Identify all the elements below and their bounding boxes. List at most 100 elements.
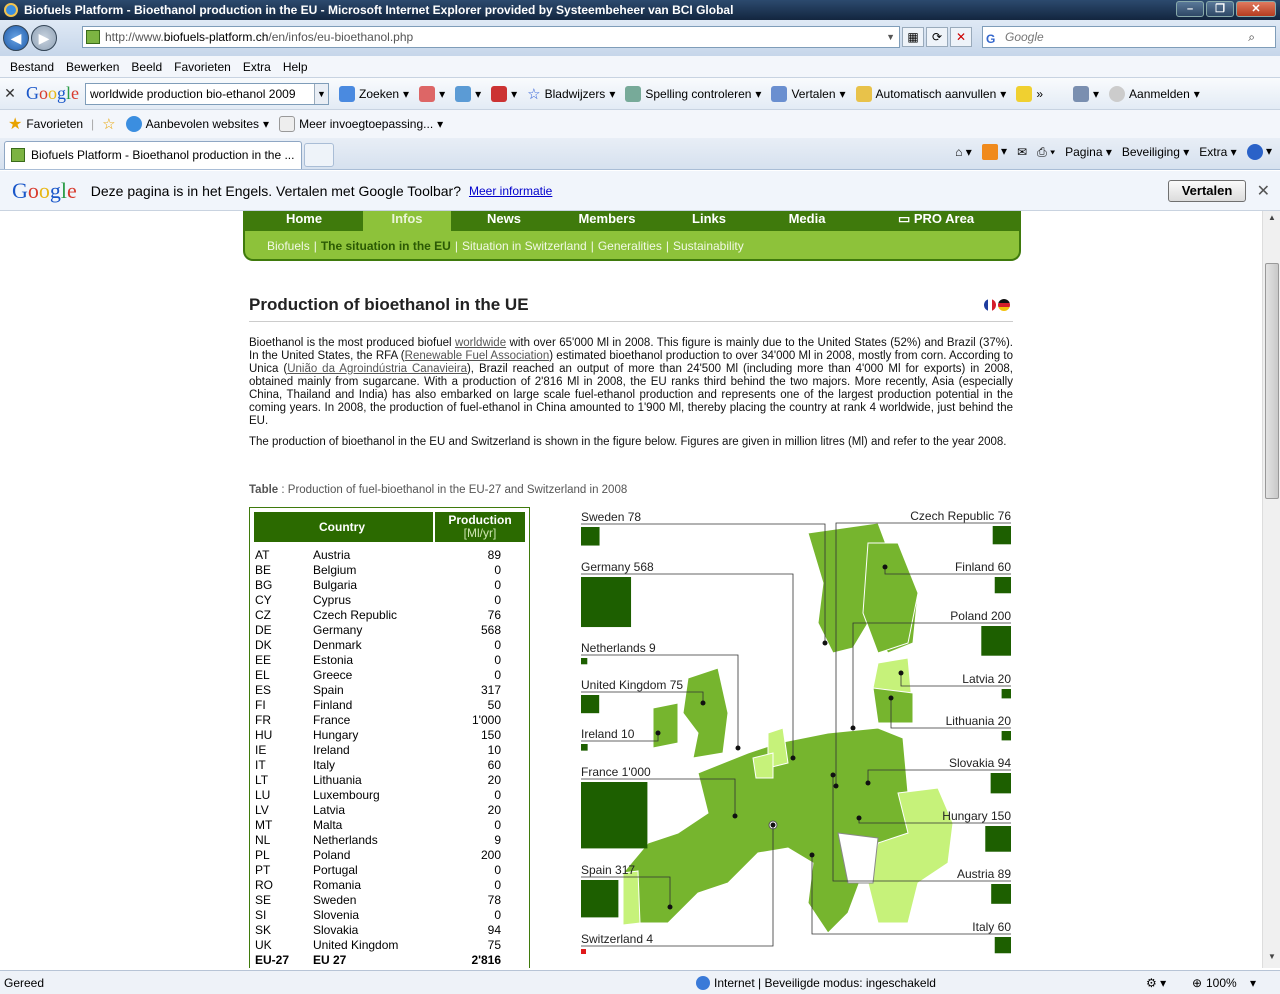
extra-menu[interactable]: Extra ▾ <box>1199 145 1236 159</box>
menu-bestand[interactable]: Bestand <box>4 60 60 74</box>
country-name: EU 27 <box>313 953 347 967</box>
close-translate-icon[interactable]: ✕ <box>1257 181 1270 201</box>
vertical-scrollbar[interactable]: ▲ ▼ <box>1262 211 1280 968</box>
beveiliging-menu[interactable]: Beveiliging ▾ <box>1122 145 1189 159</box>
spelling-button[interactable]: Spelling controleren ▾ <box>625 85 761 102</box>
forward-button[interactable]: ▶ <box>31 25 57 51</box>
sub-navigation: Biofuels | The situation in the EU | Situati… <box>267 239 744 253</box>
new-tab-button[interactable] <box>304 143 334 167</box>
map-label-switzerland: Switzerland 4 <box>581 932 653 946</box>
address-field[interactable]: http://www.biofuels-platform.ch/en/infos… <box>82 26 900 48</box>
refresh-icon[interactable]: ⟳ <box>926 27 948 47</box>
production-marker <box>981 626 1011 656</box>
location-dot <box>700 700 706 706</box>
url-prefix: http://www. <box>105 30 164 44</box>
tab-favicon-icon <box>11 148 25 162</box>
menu-bewerken[interactable]: Bewerken <box>60 60 125 74</box>
menu-help[interactable]: Help <box>277 60 314 74</box>
stop-icon[interactable]: ✕ <box>950 27 972 47</box>
production-marker <box>581 695 600 714</box>
mail-icon[interactable]: ✉ <box>1017 145 1027 159</box>
scroll-up-icon[interactable]: ▲ <box>1265 213 1279 227</box>
close-toolbar-icon[interactable]: ✕ <box>0 85 20 102</box>
google-search-icon: G <box>986 32 996 46</box>
nav-infos[interactable]: Infos <box>363 211 451 231</box>
title-divider <box>249 321 1013 322</box>
fav-invoeg[interactable]: Meer invoegtoepassing... ▾ <box>279 116 443 132</box>
unica-link[interactable]: União da Agroindústria Canavieira <box>287 363 467 375</box>
fav-aanbevolen[interactable]: Aanbevolen websites ▾ <box>125 116 269 132</box>
nav-home[interactable]: Home <box>245 211 363 231</box>
autofill-button[interactable]: Automatisch aanvullen ▾ <box>855 85 1006 102</box>
subnav-situation-eu[interactable]: The situation in the EU <box>321 239 451 253</box>
plus-button[interactable]: ▾ <box>455 85 481 102</box>
close-window-button[interactable]: ✕ <box>1236 1 1276 17</box>
nav-members[interactable]: Members <box>557 211 657 231</box>
bladwijzers-button[interactable]: ☆ Bladwijzers ▾ <box>527 85 615 103</box>
country-code: ES <box>255 683 272 697</box>
highlight-button[interactable]: » <box>1016 85 1043 102</box>
help-icon[interactable]: ▾ <box>1246 144 1272 160</box>
zoeken-button[interactable]: Zoeken ▾ <box>339 85 409 102</box>
vertalen-button[interactable]: Vertalen <box>1168 180 1246 202</box>
add-favorite-icon[interactable]: ☆ <box>102 115 115 133</box>
compat-view-icon[interactable]: ▦ <box>902 27 924 47</box>
minimize-button[interactable]: – <box>1176 1 1204 17</box>
map-label-latvia: Latvia 20 <box>962 672 1011 686</box>
bladwijzers-label: Bladwijzers <box>544 86 606 101</box>
query-dropdown-icon[interactable]: ▼ <box>314 83 329 104</box>
zoom-dropdown-icon[interactable]: ▾ <box>1250 976 1256 990</box>
extra-label: Extra <box>1199 145 1228 159</box>
scroll-thumb[interactable] <box>1265 263 1279 499</box>
country-code: PL <box>255 848 270 862</box>
country-name: Belgium <box>313 563 357 577</box>
menu-favorieten[interactable]: Favorieten <box>168 60 237 74</box>
nav-pro-area[interactable]: ▭ PRO Area <box>853 211 1019 231</box>
german-flag-icon[interactable] <box>998 299 1010 311</box>
subnav-biofuels[interactable]: Biofuels <box>267 239 310 253</box>
nav-links[interactable]: Links <box>657 211 761 231</box>
scroll-down-icon[interactable]: ▼ <box>1265 952 1279 966</box>
subnav-situation-switzerland[interactable]: Situation in Switzerland <box>462 239 587 253</box>
zoom-level[interactable]: 100% <box>1206 976 1237 990</box>
magnifier-icon[interactable]: ⌕ <box>1248 27 1255 47</box>
location-dot <box>735 745 741 751</box>
menu-beeld[interactable]: Beeld <box>125 60 168 74</box>
tab-bar: Biofuels Platform - Bioethanol productio… <box>0 138 1280 170</box>
subnav-generalities[interactable]: Generalities <box>598 239 662 253</box>
settings-button[interactable]: ▾ <box>1073 85 1099 102</box>
tab-biofuels[interactable]: Biofuels Platform - Bioethanol productio… <box>4 141 302 169</box>
location-dot <box>770 822 776 828</box>
rfa-link[interactable]: Renewable Fuel Association <box>405 350 550 362</box>
back-button[interactable]: ◀ <box>3 25 29 51</box>
popup-blocker-button[interactable]: ▾ <box>491 85 517 102</box>
search-box[interactable]: G Google ⌕ <box>982 26 1276 48</box>
worldwide-link[interactable]: worldwide <box>455 337 506 349</box>
table-row: LT Lithuania 20 <box>255 773 525 788</box>
home-icon[interactable]: ⌂ ▾ <box>955 145 972 159</box>
french-flag-icon[interactable] <box>984 299 996 311</box>
feeds-icon[interactable]: ▾ <box>981 144 1007 160</box>
meer-informatie-link[interactable]: Meer informatie <box>469 184 552 198</box>
production-marker <box>581 658 588 665</box>
pagina-menu[interactable]: Pagina ▾ <box>1065 145 1112 159</box>
production-marker <box>581 949 586 954</box>
google-query-input[interactable]: worldwide production bio-ethanol 2009 ▼ <box>85 82 330 105</box>
aanbevolen-label: Aanbevolen websites <box>145 117 260 131</box>
url-domain: biofuels-platform.ch <box>163 30 269 44</box>
maximize-button[interactable]: ❐ <box>1206 1 1234 17</box>
address-dropdown-icon[interactable]: ▼ <box>886 27 895 47</box>
nav-news[interactable]: News <box>451 211 557 231</box>
subnav-sustainability[interactable]: Sustainability <box>673 239 744 253</box>
nav-media[interactable]: Media <box>761 211 853 231</box>
news-button[interactable]: ▾ <box>419 85 445 102</box>
table-row: SI Slovenia 0 <box>255 908 525 923</box>
print-icon[interactable]: ⎙ ▾ <box>1037 145 1055 160</box>
protected-mode-icon[interactable]: ⚙ ▾ <box>1146 976 1166 990</box>
production-marker <box>581 527 600 546</box>
menu-extra[interactable]: Extra <box>237 60 277 74</box>
production-value: 200 <box>480 848 501 862</box>
vertalen-toolbar-button[interactable]: Vertalen ▾ <box>771 85 846 102</box>
aanmelden-button[interactable]: Aanmelden ▾ <box>1109 85 1200 102</box>
favorites-button[interactable]: Favorieten <box>26 117 83 131</box>
